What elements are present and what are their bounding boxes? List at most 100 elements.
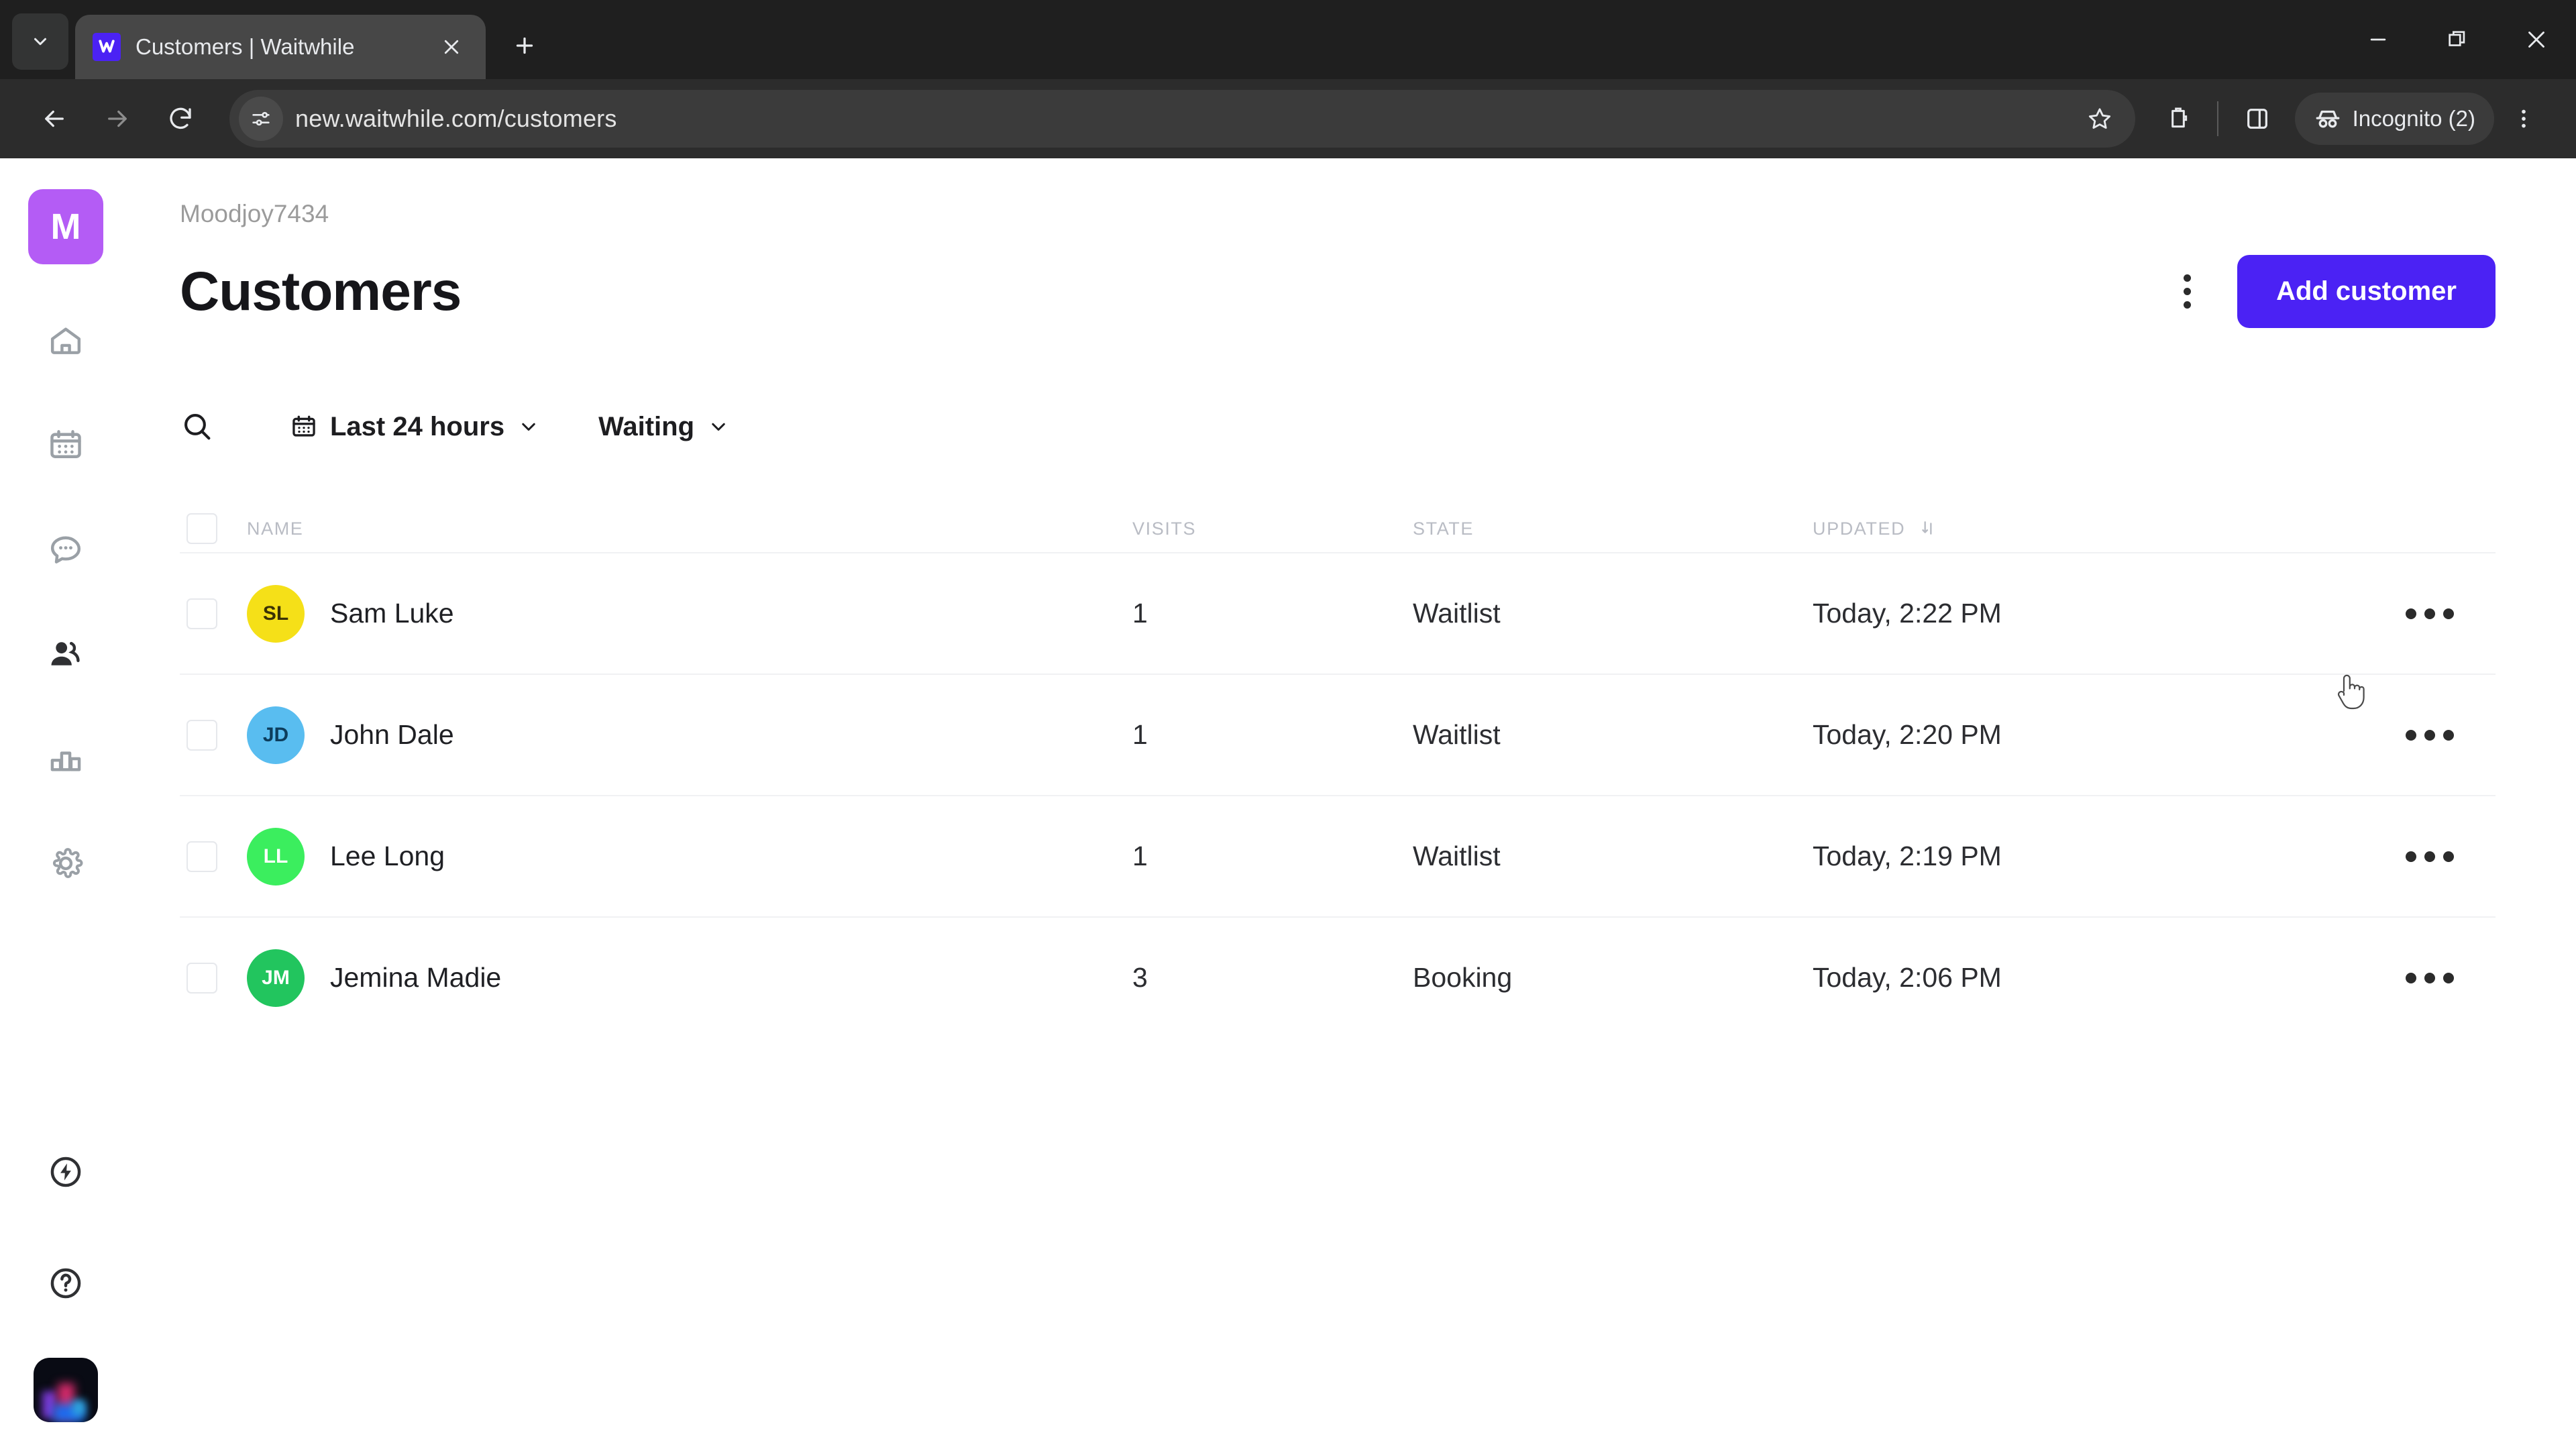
- bookmark-button[interactable]: [2078, 97, 2122, 141]
- three-dot-menu-icon: [2424, 972, 2435, 983]
- table-row[interactable]: JM Jemina Madie 3 Booking Today, 2:06 PM: [180, 916, 2496, 1038]
- visits-value: 1: [1132, 598, 1148, 629]
- three-dot-menu-icon: [2183, 301, 2191, 309]
- state-value: Waitlist: [1413, 719, 1501, 750]
- close-window-button[interactable]: [2497, 0, 2576, 79]
- state-value: Waitlist: [1413, 841, 1501, 871]
- status-filter-label: Waiting: [598, 411, 695, 441]
- header-actions: Add customer: [2161, 255, 2496, 328]
- avatar: JD: [247, 706, 305, 764]
- updated-value: Today, 2:20 PM: [1813, 719, 2002, 750]
- close-icon: [444, 40, 459, 54]
- three-dot-menu-icon: [2424, 608, 2435, 619]
- sidebar-item-messages[interactable]: [29, 513, 103, 586]
- lightning-bolt-icon: [50, 1157, 81, 1187]
- row-actions-button[interactable]: [2406, 972, 2454, 983]
- reload-button[interactable]: [149, 87, 212, 150]
- row-actions-cell: [2348, 729, 2496, 741]
- state-value: Booking: [1413, 962, 1513, 993]
- plus-icon: [516, 37, 533, 54]
- row-actions-button[interactable]: [2406, 851, 2454, 862]
- sort-arrows-icon: [1922, 521, 1932, 535]
- row-checkbox[interactable]: [186, 962, 217, 994]
- forward-button[interactable]: [86, 87, 149, 150]
- table-row[interactable]: JD John Dale 1 Waitlist Today, 2:20 PM: [180, 674, 2496, 795]
- page-viewport: M Moodjoy7434 Customers Add customer Las…: [0, 158, 2576, 1449]
- search-button[interactable]: [180, 399, 244, 454]
- maximize-button[interactable]: [2418, 0, 2497, 79]
- search-icon: [184, 414, 211, 440]
- chrome-menu-button[interactable]: [2494, 89, 2553, 148]
- column-header-state[interactable]: STATE: [1413, 519, 1813, 539]
- column-header-name[interactable]: NAME: [247, 519, 1132, 539]
- sidebar-item-calendar[interactable]: [29, 408, 103, 482]
- sidebar-item-home[interactable]: [29, 303, 103, 377]
- customer-name: Sam Luke: [330, 598, 454, 629]
- column-header-updated-label: UPDATED: [1813, 518, 1906, 539]
- row-actions-cell: [2348, 608, 2496, 619]
- new-tab-button[interactable]: [500, 21, 549, 70]
- url-text: new.waitwhile.com/customers: [295, 105, 617, 132]
- three-dot-menu-icon: [2443, 608, 2454, 619]
- breadcrumb[interactable]: Moodjoy7434: [180, 158, 2496, 228]
- visits-value: 1: [1132, 841, 1148, 871]
- column-header-visits[interactable]: VISITS: [1132, 519, 1413, 539]
- avatar: LL: [247, 827, 305, 885]
- three-dot-menu-icon: [2183, 288, 2191, 295]
- question-mark-icon: [50, 1268, 81, 1299]
- table-row[interactable]: SL Sam Luke 1 Waitlist Today, 2:22 PM: [180, 552, 2496, 674]
- toolbar-divider: [2216, 101, 2218, 136]
- select-all-checkbox[interactable]: [186, 513, 217, 544]
- sidebar-item-help[interactable]: [29, 1246, 103, 1320]
- date-range-filter[interactable]: Last 24 hours: [279, 399, 551, 454]
- row-checkbox[interactable]: [186, 841, 217, 872]
- incognito-indicator[interactable]: Incognito (2): [2294, 93, 2494, 145]
- minimize-button[interactable]: [2339, 0, 2418, 79]
- address-bar[interactable]: new.waitwhile.com/customers: [229, 90, 2135, 148]
- avatar: JM: [247, 949, 305, 1007]
- gear-icon: [52, 848, 83, 878]
- incognito-icon: [2316, 110, 2339, 128]
- row-checkbox[interactable]: [186, 719, 217, 751]
- tab-search-button[interactable]: [12, 13, 68, 70]
- browser-tab[interactable]: Customers | Waitwhile: [75, 15, 486, 79]
- customer-name-cell: JM Jemina Madie: [247, 949, 1132, 1007]
- customer-name-cell: SL Sam Luke: [247, 584, 1132, 643]
- sidebar-item-settings[interactable]: [29, 826, 103, 900]
- user-avatar[interactable]: [34, 1358, 98, 1422]
- tab-title: Customers | Waitwhile: [136, 34, 355, 59]
- waitwhile-favicon-icon: [93, 33, 121, 61]
- side-panel-button[interactable]: [2228, 89, 2287, 148]
- column-header-updated[interactable]: UPDATED: [1813, 519, 2348, 539]
- people-icon: [51, 641, 80, 665]
- workspace-logo[interactable]: M: [28, 189, 103, 264]
- browser-toolbar: new.waitwhile.com/customers Incognito (2…: [0, 79, 2576, 158]
- avatar-photo-detail: [72, 1400, 85, 1416]
- home-icon: [50, 327, 81, 354]
- customer-name: Lee Long: [330, 841, 445, 871]
- add-customer-button[interactable]: Add customer: [2237, 255, 2496, 328]
- three-dot-menu-icon: [2424, 729, 2435, 741]
- restore-icon: [2449, 31, 2465, 46]
- row-actions-button[interactable]: [2406, 608, 2454, 619]
- row-checkbox[interactable]: [186, 598, 217, 629]
- status-filter[interactable]: Waiting: [588, 399, 741, 454]
- three-dot-menu-icon: [2406, 972, 2416, 983]
- row-actions-button[interactable]: [2406, 729, 2454, 741]
- site-settings-button[interactable]: [239, 97, 283, 141]
- chevron-down-icon: [522, 423, 535, 431]
- page-header: Customers Add customer: [180, 255, 2496, 328]
- sidebar-item-customers[interactable]: [29, 617, 103, 691]
- back-button[interactable]: [23, 87, 86, 150]
- page-more-menu-button[interactable]: [2161, 266, 2213, 318]
- table-row[interactable]: LL Lee Long 1 Waitlist Today, 2:19 PM: [180, 795, 2496, 916]
- table-header-row: NAME VISITS STATE UPDATED: [180, 505, 2496, 552]
- minimize-icon: [2370, 38, 2386, 41]
- extensions-button[interactable]: [2149, 89, 2208, 148]
- forward-arrow-icon: [108, 110, 127, 127]
- sidebar-item-analytics[interactable]: [29, 722, 103, 796]
- close-tab-button[interactable]: [435, 30, 468, 64]
- row-select-cell: [180, 841, 247, 872]
- sidebar-item-quick-actions[interactable]: [29, 1135, 103, 1209]
- tune-icon: [252, 111, 270, 126]
